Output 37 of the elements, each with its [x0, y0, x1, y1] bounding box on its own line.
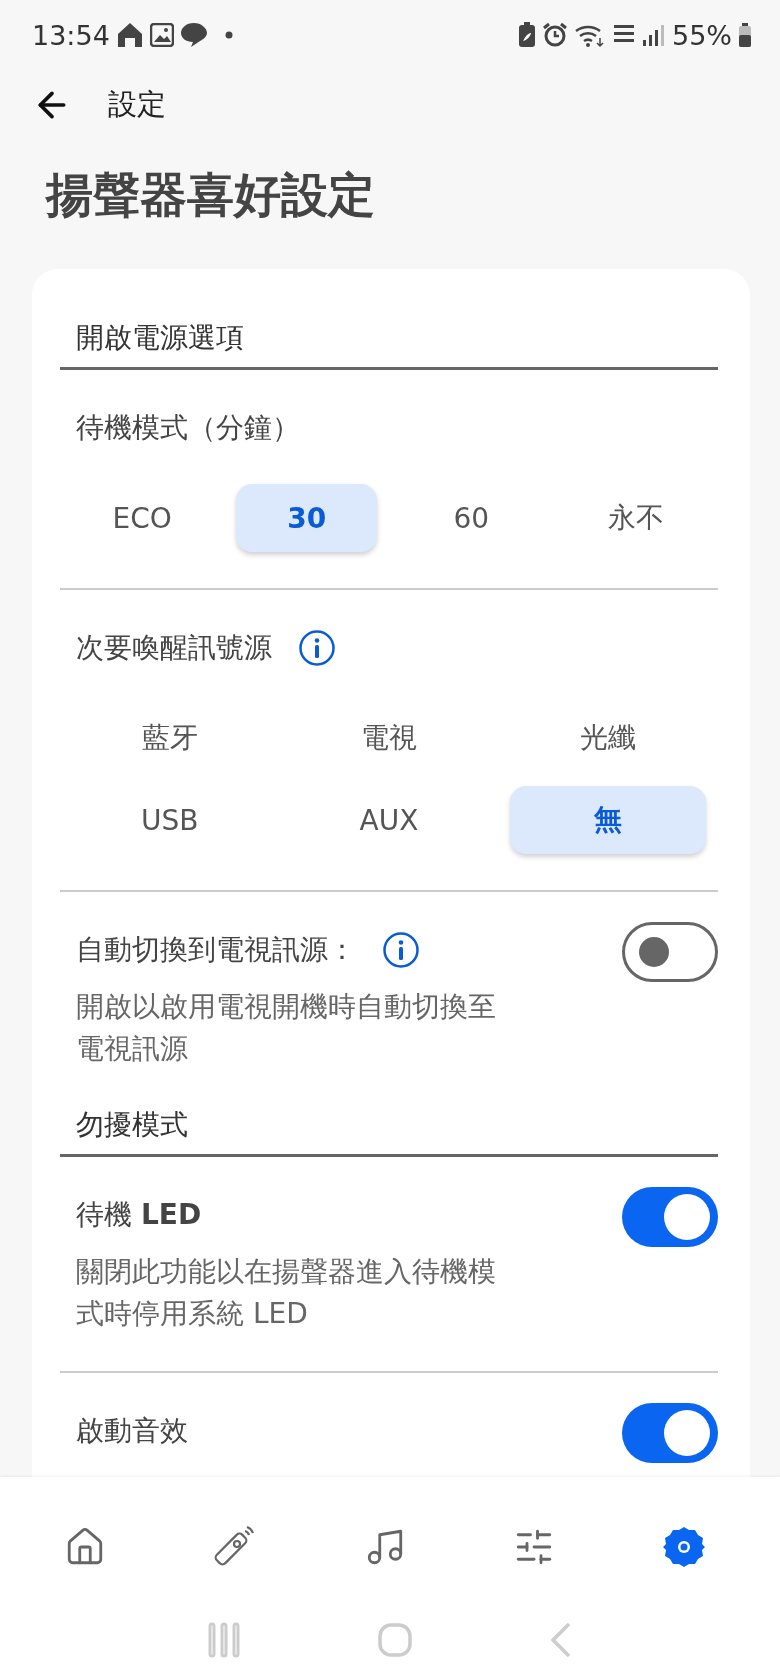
option-button[interactable]: 光纖: [510, 704, 707, 772]
toggle-switch[interactable]: [622, 1187, 718, 1247]
signal-icon: [642, 23, 666, 47]
info-icon[interactable]: [298, 629, 336, 667]
option-button[interactable]: 30: [236, 484, 378, 552]
option-button[interactable]: 無: [510, 786, 707, 854]
setting-label: 待機模式（分鐘）: [76, 410, 300, 446]
info-icon[interactable]: [382, 931, 420, 969]
section-heading: 勿擾模式: [60, 1106, 718, 1157]
toggle-switch[interactable]: [622, 922, 718, 982]
option-button[interactable]: ECO: [71, 484, 213, 552]
chat-bubble-icon: [179, 22, 208, 48]
setting-description: 開啟以啟用電視開機時自動切換至電視訊源: [75, 989, 497, 1067]
dot-icon: [223, 30, 234, 40]
setting-label: 待機 LED: [76, 1197, 202, 1233]
option-button[interactable]: 藍牙: [71, 704, 268, 772]
option-button[interactable]: USB: [71, 786, 268, 854]
battery-percentage: 55%: [672, 19, 732, 51]
alarm-icon: [542, 22, 568, 48]
status-time: 13:54: [32, 19, 110, 51]
option-button[interactable]: 60: [400, 484, 542, 552]
home-icon: [115, 21, 144, 49]
battery-icon: [738, 23, 752, 47]
setting-description: 關閉此功能以在揚聲器進入待機模式時停用系統 LED: [75, 1254, 497, 1332]
header-title: 設定: [108, 86, 166, 123]
section-heading: 開啟電源選項: [60, 319, 718, 370]
settings-icon[interactable]: [662, 1525, 707, 1569]
setting-label: 次要喚醒訊號源: [76, 630, 272, 666]
setting-label: 自動切換到電視訊源：: [76, 932, 356, 968]
toggle-switch[interactable]: [622, 1403, 718, 1463]
option-button[interactable]: 電視: [291, 704, 487, 772]
option-button[interactable]: 永不: [565, 484, 707, 552]
page-title: 揚聲器喜好設定: [44, 166, 376, 224]
battery-saver-icon: [518, 22, 536, 48]
image-icon: [149, 23, 174, 47]
option-button[interactable]: AUX: [291, 786, 487, 854]
setting-label: 啟動音效: [76, 1413, 188, 1449]
